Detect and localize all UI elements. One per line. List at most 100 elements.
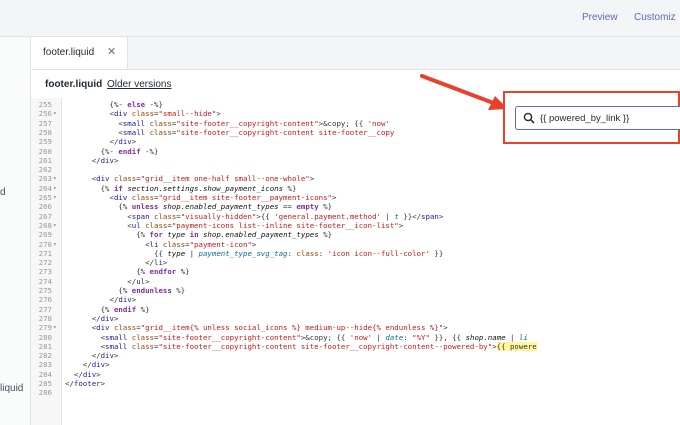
code-line[interactable]: 276 </div> <box>31 295 680 304</box>
older-versions-link[interactable]: Older versions <box>107 79 171 90</box>
fold-toggle-icon[interactable]: ▾ <box>53 174 57 183</box>
line-number: 273 <box>38 267 52 277</box>
code-text: </li> <box>65 258 168 268</box>
code-text: <small class="site-footer__copyright-con… <box>65 118 390 128</box>
line-number: 283 <box>38 360 52 370</box>
code-text: <span class="visually-hidden">{{ 'genera… <box>65 211 444 221</box>
code-line[interactable]: 277 {% endif %} <box>31 305 680 314</box>
line-number: 271 <box>38 248 52 258</box>
line-number: 265 <box>38 193 52 202</box>
code-line[interactable]: 268 ▾ <ul class="payment-icons list--inli… <box>31 221 680 230</box>
code-line[interactable]: 270 ▾ <li class="payment-icon"> <box>31 240 680 249</box>
close-icon[interactable]: ✕ <box>107 45 116 58</box>
line-number: 264 <box>38 183 52 193</box>
code-line[interactable]: 272 </li> <box>31 258 680 267</box>
code-text: </div> <box>65 155 119 165</box>
tab-footer-liquid[interactable]: footer.liquid ✕ <box>31 37 128 69</box>
code-line[interactable]: 280 <small class="site-footer__copyright… <box>31 333 680 342</box>
code-line[interactable]: 271 {{ type | payment_type_svg_tag: clas… <box>31 249 680 258</box>
code-line[interactable]: 279 ▾ <div class="grid__item{% unless soc… <box>31 323 680 332</box>
code-text: </ul> <box>65 276 150 286</box>
code-line[interactable]: 262 <box>31 165 680 174</box>
code-line[interactable]: 265 ▾ <div class="grid__item site-footer_… <box>31 193 680 202</box>
code-line[interactable]: 267 <span class="visually-hidden">{{ 'ge… <box>31 212 680 221</box>
search-value: {{ powered_by_link }} <box>540 113 630 124</box>
fold-toggle-icon[interactable]: ▾ <box>53 193 57 202</box>
code-text: {% unless shop.enabled_payment_types == … <box>65 202 333 212</box>
line-number: 258 <box>38 127 52 137</box>
code-line[interactable]: 284 </div> <box>31 370 680 379</box>
code-line[interactable]: 286 <box>31 388 680 397</box>
top-bar: Preview Customiz <box>0 0 680 37</box>
code-text: </div> <box>65 313 119 323</box>
file-sidebar: d liquid <box>0 37 31 425</box>
code-line[interactable]: 282 </div> <box>31 351 680 360</box>
search-highlight-frame: {{ powered_by_link }} <box>503 91 680 144</box>
line-number: 286 <box>38 388 52 398</box>
code-text: {% endif %} <box>65 304 150 314</box>
code-text: </footer> <box>65 379 106 388</box>
code-line[interactable]: 263 ▾ <div class="grid__item one-half sma… <box>31 174 680 183</box>
line-number: 276 <box>38 295 52 305</box>
line-number: 257 <box>38 118 52 128</box>
code-text: {%- endif -%} <box>65 146 159 156</box>
code-text: <small class="site-footer__copyright-con… <box>65 127 395 137</box>
code-text: <div class="grid__item{% unless social_i… <box>65 323 448 333</box>
code-text: <ul class="payment-icons list--inline si… <box>65 220 404 230</box>
code-line[interactable]: 283 </div> <box>31 360 680 369</box>
code-text: </div> <box>65 351 119 361</box>
code-text: <small class="site-footer__copyright-con… <box>65 332 528 342</box>
code-line[interactable]: 264 ▾ {% if section.settings.show_payment… <box>31 184 680 193</box>
code-text: </div> <box>65 360 110 370</box>
code-line[interactable]: 261 </div> <box>31 156 680 165</box>
code-editor[interactable]: 255 {%- else -%} 256 ▾ <div class="small--… <box>31 98 680 425</box>
line-number: 262 <box>38 165 52 175</box>
code-line[interactable]: 266 {% unless shop.enabled_payment_types… <box>31 202 680 211</box>
fold-toggle-icon[interactable]: ▾ <box>53 221 57 230</box>
line-number: 277 <box>38 304 52 314</box>
file-name: footer.liquid <box>45 79 103 90</box>
code-text: {% endfor %} <box>65 267 190 277</box>
code-line[interactable]: 273 {% endfor %} <box>31 267 680 276</box>
line-number: 280 <box>38 332 52 342</box>
code-text: <div class="grid__item site-footer__paym… <box>65 193 337 202</box>
tab-label: footer.liquid <box>43 47 95 58</box>
code-line[interactable]: 269 {% for type in shop.enabled_payment_… <box>31 230 680 239</box>
fold-toggle-icon[interactable]: ▾ <box>53 184 57 193</box>
line-number: 263 <box>38 174 52 184</box>
code-text: <li class="payment-icon"> <box>65 239 257 249</box>
code-line[interactable]: 274 </ul> <box>31 277 680 286</box>
code-line[interactable]: 285 </footer> <box>31 379 680 388</box>
line-number: 282 <box>38 351 52 361</box>
line-number: 274 <box>38 276 52 286</box>
line-number: 256 <box>38 109 52 119</box>
sidebar-item[interactable]: d <box>0 187 6 198</box>
editor-tab-bar: footer.liquid ✕ <box>31 37 680 70</box>
line-number: 266 <box>38 202 52 212</box>
code-text: </div> <box>65 369 101 379</box>
code-text: {{ type | payment_type_svg_tag: class: '… <box>65 248 444 258</box>
code-text: </div> <box>65 137 137 147</box>
code-text: </div> <box>65 295 137 305</box>
code-line[interactable]: 278 </div> <box>31 314 680 323</box>
line-number: 269 <box>38 230 52 240</box>
customize-link[interactable]: Customiz <box>634 12 676 23</box>
line-number: 275 <box>38 286 52 295</box>
code-line[interactable]: 281 <small class="site-footer__copyright… <box>31 341 680 351</box>
line-number: 261 <box>38 155 52 165</box>
search-input[interactable]: {{ powered_by_link }} <box>515 106 680 130</box>
line-number: 279 <box>38 323 52 333</box>
code-text: {%- else -%} <box>65 100 163 109</box>
fold-toggle-icon[interactable]: ▾ <box>53 109 57 118</box>
fold-toggle-icon[interactable]: ▾ <box>53 323 57 332</box>
code-text: {% endunless %} <box>65 286 186 295</box>
line-number: 285 <box>38 379 52 388</box>
fold-toggle-icon[interactable]: ▾ <box>53 240 57 249</box>
line-number: 255 <box>38 100 52 109</box>
code-text: <small class="site-footer__copyright-con… <box>65 341 537 351</box>
line-number: 268 <box>38 220 52 230</box>
preview-link[interactable]: Preview <box>582 12 618 23</box>
sidebar-item[interactable]: liquid <box>0 383 23 394</box>
code-line[interactable]: 275 {% endunless %} <box>31 286 680 295</box>
code-line[interactable]: 260 {%- endif -%} <box>31 147 680 156</box>
